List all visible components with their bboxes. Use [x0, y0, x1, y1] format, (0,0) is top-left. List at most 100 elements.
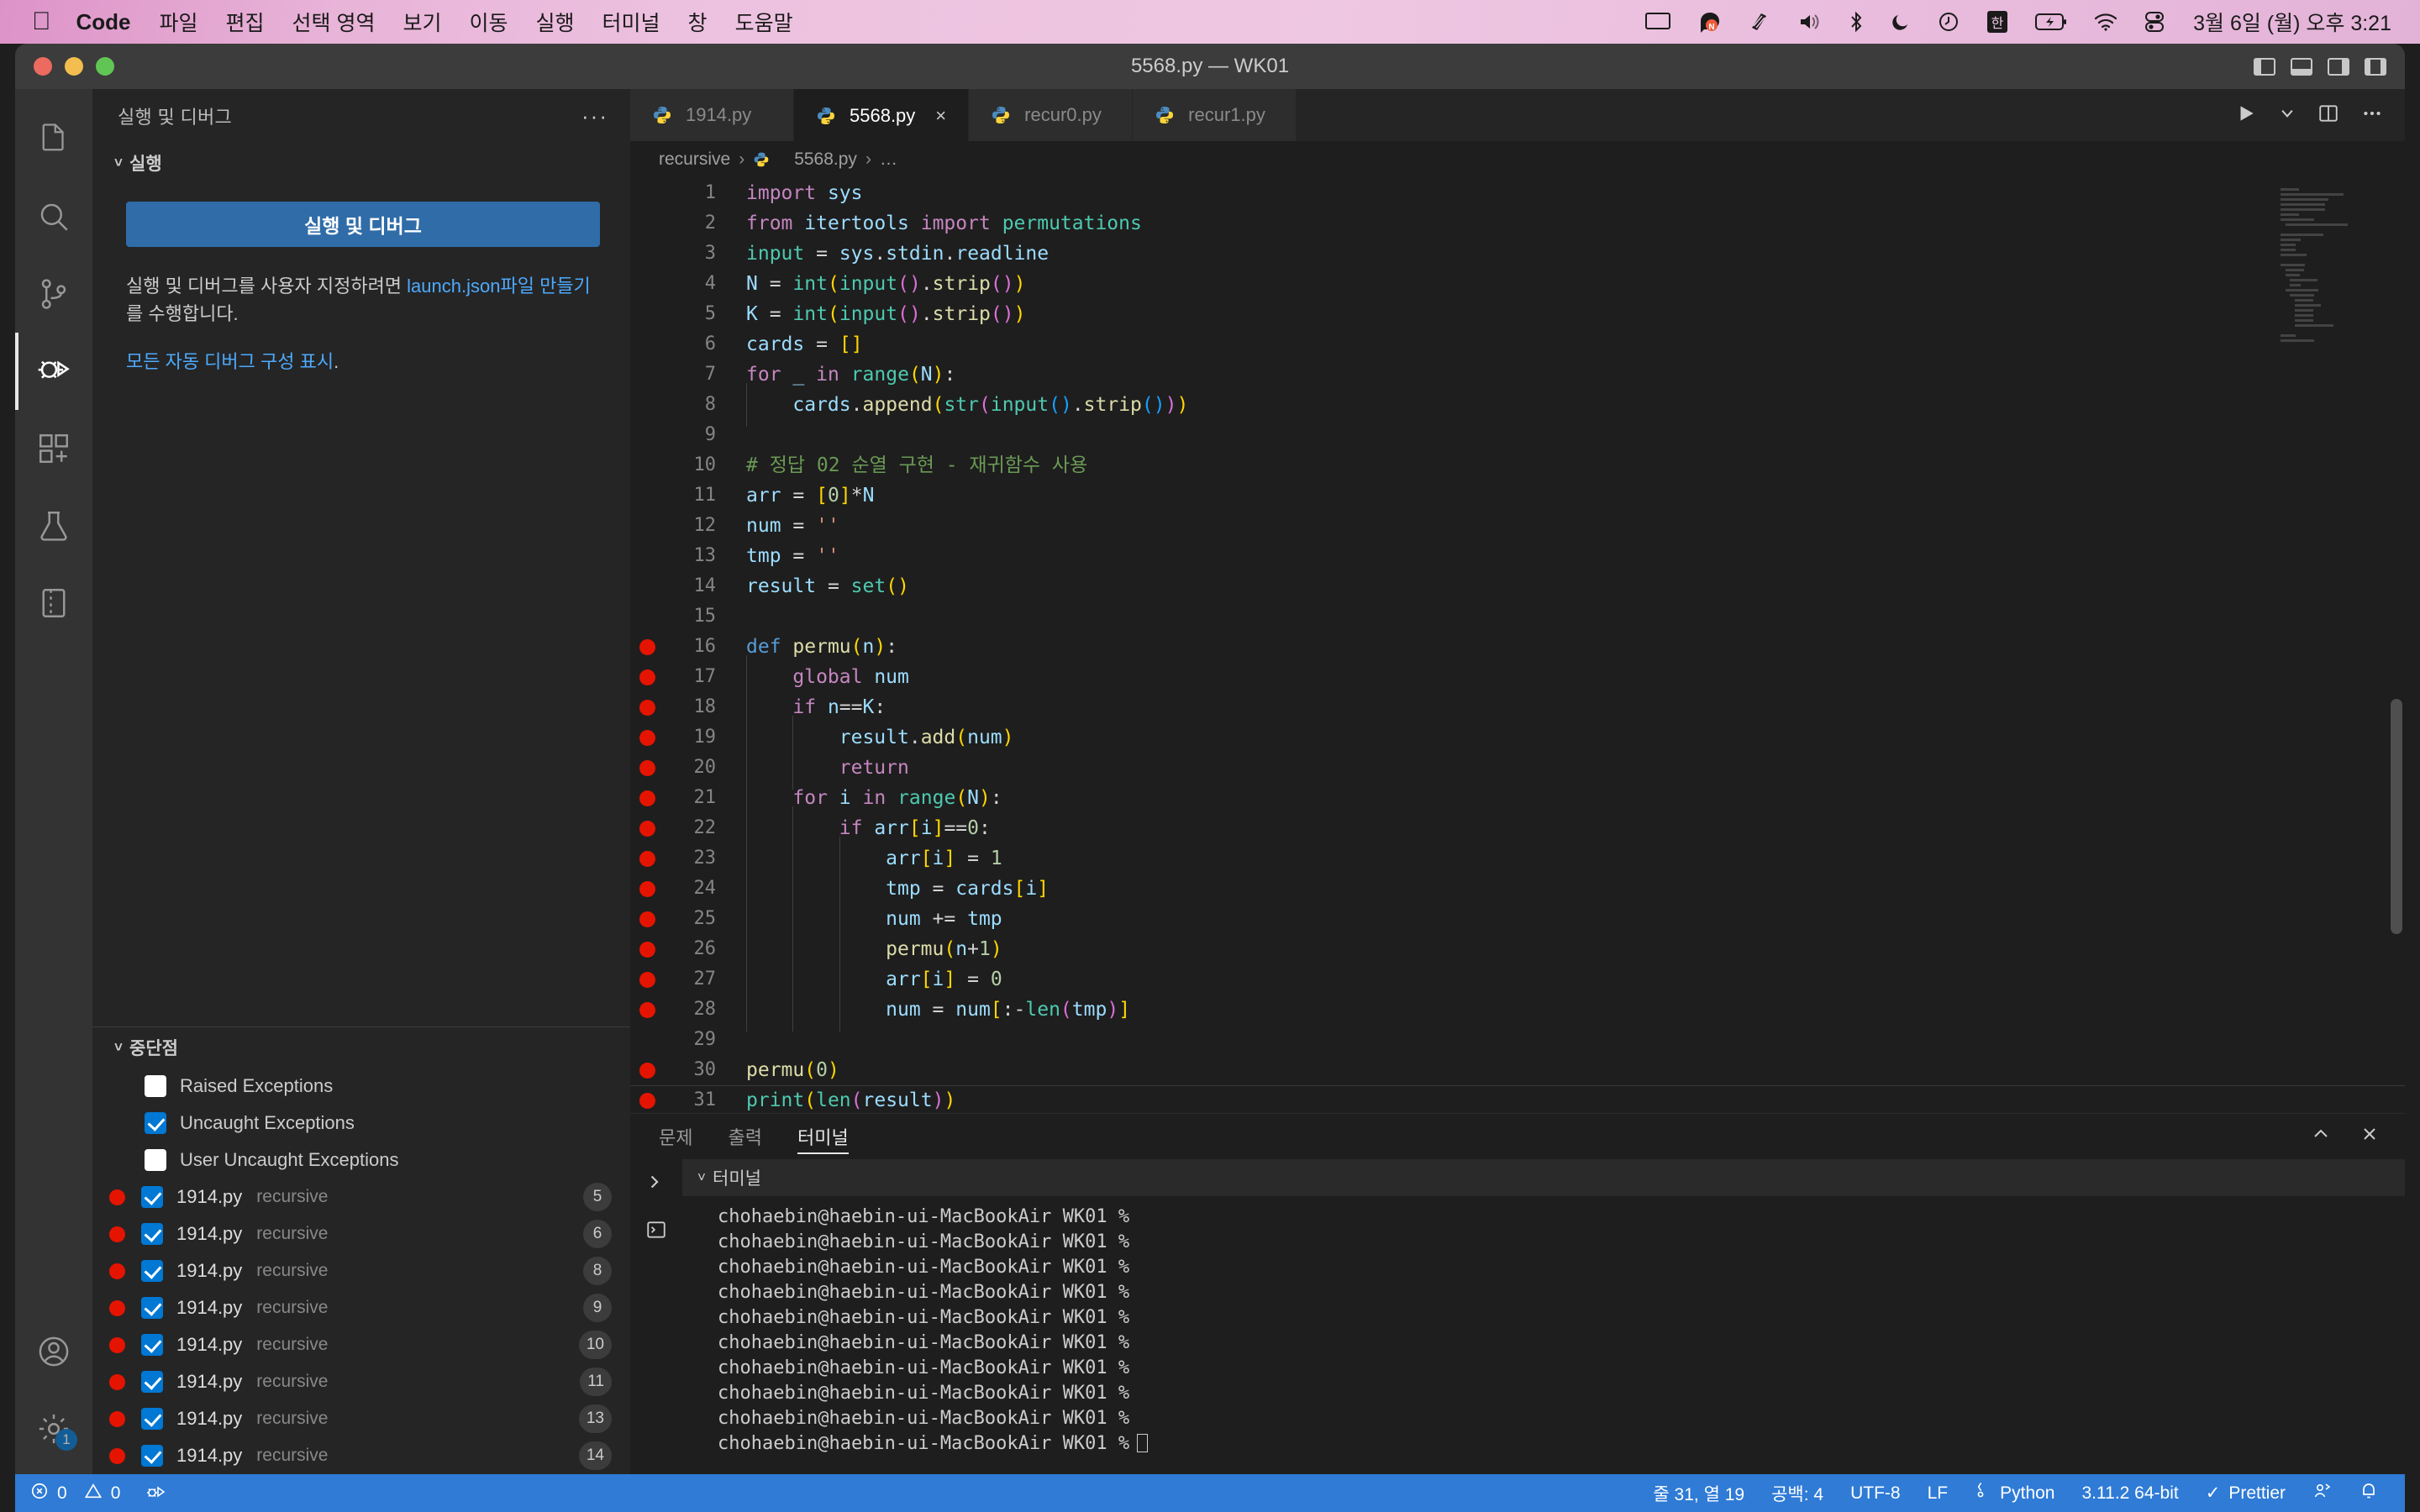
run-section-header[interactable]: ˅ 실행 — [92, 143, 630, 183]
code-line[interactable]: 30 permu(0) — [630, 1055, 2405, 1085]
bluetooth-icon[interactable] — [1849, 11, 1864, 33]
menu-item-run[interactable]: 실행 — [536, 7, 575, 37]
breakpoint-row[interactable]: 1914.py recursive 13 — [92, 1400, 630, 1437]
code-line[interactable]: 2 from itertools import permutations — [630, 208, 2405, 239]
sidebar-item-run-and-debug[interactable] — [15, 333, 92, 410]
volume-icon[interactable] — [1798, 12, 1822, 32]
breakpoint-gutter[interactable] — [630, 941, 664, 958]
problems-status[interactable]: 0 0 — [30, 1482, 120, 1505]
breakpoint-gutter[interactable] — [630, 638, 664, 655]
breakpoint-checkbox[interactable] — [141, 1223, 163, 1245]
battery-charging-icon[interactable] — [2035, 13, 2067, 31]
exception-option-user-uncaught[interactable]: User Uncaught Exceptions — [92, 1142, 630, 1179]
sidebar-item-extensions[interactable] — [15, 410, 92, 487]
cursor-position[interactable]: 줄 31, 열 19 — [1653, 1481, 1744, 1506]
code-line[interactable]: 6 cards = [] — [630, 329, 2405, 360]
checkbox-raised-exceptions[interactable] — [145, 1075, 166, 1097]
code-line[interactable]: 31 print(len(result)) — [630, 1085, 2405, 1113]
split-editor-icon[interactable] — [2317, 102, 2339, 129]
breakpoint-checkbox[interactable] — [141, 1260, 163, 1282]
code-line[interactable]: 5 K = int(input().strip()) — [630, 299, 2405, 329]
wifi-icon[interactable] — [2094, 13, 2118, 31]
toggle-secondary-sidebar-icon[interactable] — [2328, 57, 2349, 76]
minimize-window-button[interactable] — [65, 57, 83, 76]
breakpoint-gutter[interactable] — [630, 699, 664, 716]
menu-item-help[interactable]: 도움말 — [735, 7, 793, 37]
tab-problems[interactable]: 문제 — [659, 1114, 692, 1159]
code-line[interactable]: 11 arr = [0]*N — [630, 480, 2405, 511]
code-line[interactable]: 23 arr[i] = 1 — [630, 837, 2405, 880]
unknown-app-icon[interactable] — [1749, 11, 1771, 33]
code-line[interactable]: 27 arr[i] = 0 — [630, 958, 2405, 1001]
breakpoints-section-header[interactable]: ˅ 중단점 — [92, 1027, 630, 1068]
code-line[interactable]: 20 return — [630, 746, 2405, 790]
create-file-link[interactable]: 파일 만들기 — [500, 276, 590, 297]
breakpoint-row[interactable]: 1914.py recursive 6 — [92, 1215, 630, 1252]
breakpoint-gutter[interactable] — [630, 790, 664, 806]
language-mode-status[interactable]: Python — [1975, 1482, 2055, 1505]
breakpoint-gutter[interactable] — [630, 880, 664, 897]
breadcrumb-folder[interactable]: recursive — [659, 150, 730, 170]
breakpoint-checkbox[interactable] — [141, 1445, 163, 1467]
code-line[interactable]: 16 def permu(n): — [630, 632, 2405, 662]
sidebar-item-testing[interactable] — [15, 487, 92, 564]
formatter-status[interactable]: ✓ Prettier — [2206, 1483, 2286, 1504]
menu-item-selection[interactable]: 선택 영역 — [292, 7, 376, 37]
indentation-status[interactable]: 공백: 4 — [1771, 1481, 1823, 1506]
editor-minimap[interactable] — [2281, 188, 2390, 356]
close-panel-icon[interactable] — [2360, 1124, 2380, 1150]
tab-recur1[interactable]: recur1.py — [1133, 89, 1297, 141]
tab-5568[interactable]: 5568.py × — [794, 89, 970, 141]
menu-item-edit[interactable]: 편집 — [226, 7, 265, 37]
close-icon[interactable]: × — [935, 105, 946, 127]
breakpoint-row[interactable]: 1914.py recursive 10 — [92, 1326, 630, 1363]
breakpoint-gutter[interactable] — [630, 1092, 664, 1109]
terminal-output[interactable]: chohaebin@haebin-ui-MacBookAir WK01 % cho… — [682, 1196, 2405, 1474]
breakpoint-checkbox[interactable] — [141, 1186, 163, 1208]
naver-whale-icon[interactable]: N — [1697, 9, 1723, 34]
breakpoint-row[interactable]: 1914.py recursive 11 — [92, 1363, 630, 1400]
run-python-file-icon[interactable] — [2235, 102, 2257, 129]
breakpoint-gutter[interactable] — [630, 820, 664, 837]
breakpoint-checkbox[interactable] — [141, 1334, 163, 1356]
exception-option-raised[interactable]: Raised Exceptions — [92, 1068, 630, 1105]
time-machine-icon[interactable] — [1938, 11, 1960, 33]
code-editor[interactable]: 1 import sys 2 from itertools import permut… — [630, 178, 2405, 1113]
code-line[interactable]: 4 N = int(input().strip()) — [630, 269, 2405, 299]
checkbox-user-uncaught-exceptions[interactable] — [145, 1149, 166, 1171]
collapse-panel-icon[interactable] — [2311, 1124, 2331, 1150]
breakpoint-row[interactable]: 1914.py recursive 14 — [92, 1437, 630, 1474]
code-line[interactable]: 14 result = set() — [630, 571, 2405, 601]
menu-bar-clock[interactable]: 3월 6일 (월) 오후 3:21 — [2193, 7, 2391, 37]
toggle-panel-icon[interactable] — [2291, 57, 2312, 76]
menu-item-go[interactable]: 이동 — [470, 7, 508, 37]
code-line[interactable]: 17 global num — [630, 655, 2405, 699]
code-line[interactable]: 25 num += tmp — [630, 897, 2405, 941]
manage-settings-button[interactable]: 1 — [15, 1390, 92, 1467]
code-line[interactable]: 10 # 정답 02 순열 구현 - 재귀함수 사용 — [630, 450, 2405, 480]
breakpoint-gutter[interactable] — [630, 1062, 664, 1079]
breakpoint-checkbox[interactable] — [141, 1297, 163, 1319]
exception-option-uncaught[interactable]: Uncaught Exceptions — [92, 1105, 630, 1142]
chevron-down-icon[interactable] — [2279, 105, 2296, 126]
code-line[interactable]: 29 — [630, 1025, 2405, 1055]
code-line[interactable]: 3 input = sys.stdin.readline — [630, 239, 2405, 269]
code-line[interactable]: 7 for _ in range(N): — [630, 360, 2405, 390]
breakpoint-checkbox[interactable] — [141, 1408, 163, 1430]
code-line[interactable]: 26 permu(n+1) — [630, 927, 2405, 971]
breakpoint-row[interactable]: 1914.py recursive 8 — [92, 1252, 630, 1289]
eol-status[interactable]: LF — [1928, 1483, 1949, 1504]
code-line[interactable]: 13 tmp = '' — [630, 541, 2405, 571]
breakpoint-gutter[interactable] — [630, 850, 664, 867]
tab-terminal[interactable]: 터미널 — [797, 1114, 849, 1159]
code-line[interactable]: 28 num = num[:-len(tmp)] — [630, 988, 2405, 1032]
split-terminal-icon[interactable] — [645, 1219, 667, 1245]
close-window-button[interactable] — [34, 57, 52, 76]
code-line[interactable]: 24 tmp = cards[i] — [630, 867, 2405, 911]
debug-status-button[interactable] — [145, 1482, 167, 1505]
breakpoint-gutter[interactable] — [630, 911, 664, 927]
accounts-button[interactable] — [15, 1313, 92, 1390]
checkbox-uncaught-exceptions[interactable] — [145, 1112, 166, 1134]
notifications-button[interactable] — [2360, 1481, 2378, 1506]
breadcrumb-file[interactable]: 5568.py — [753, 150, 857, 170]
